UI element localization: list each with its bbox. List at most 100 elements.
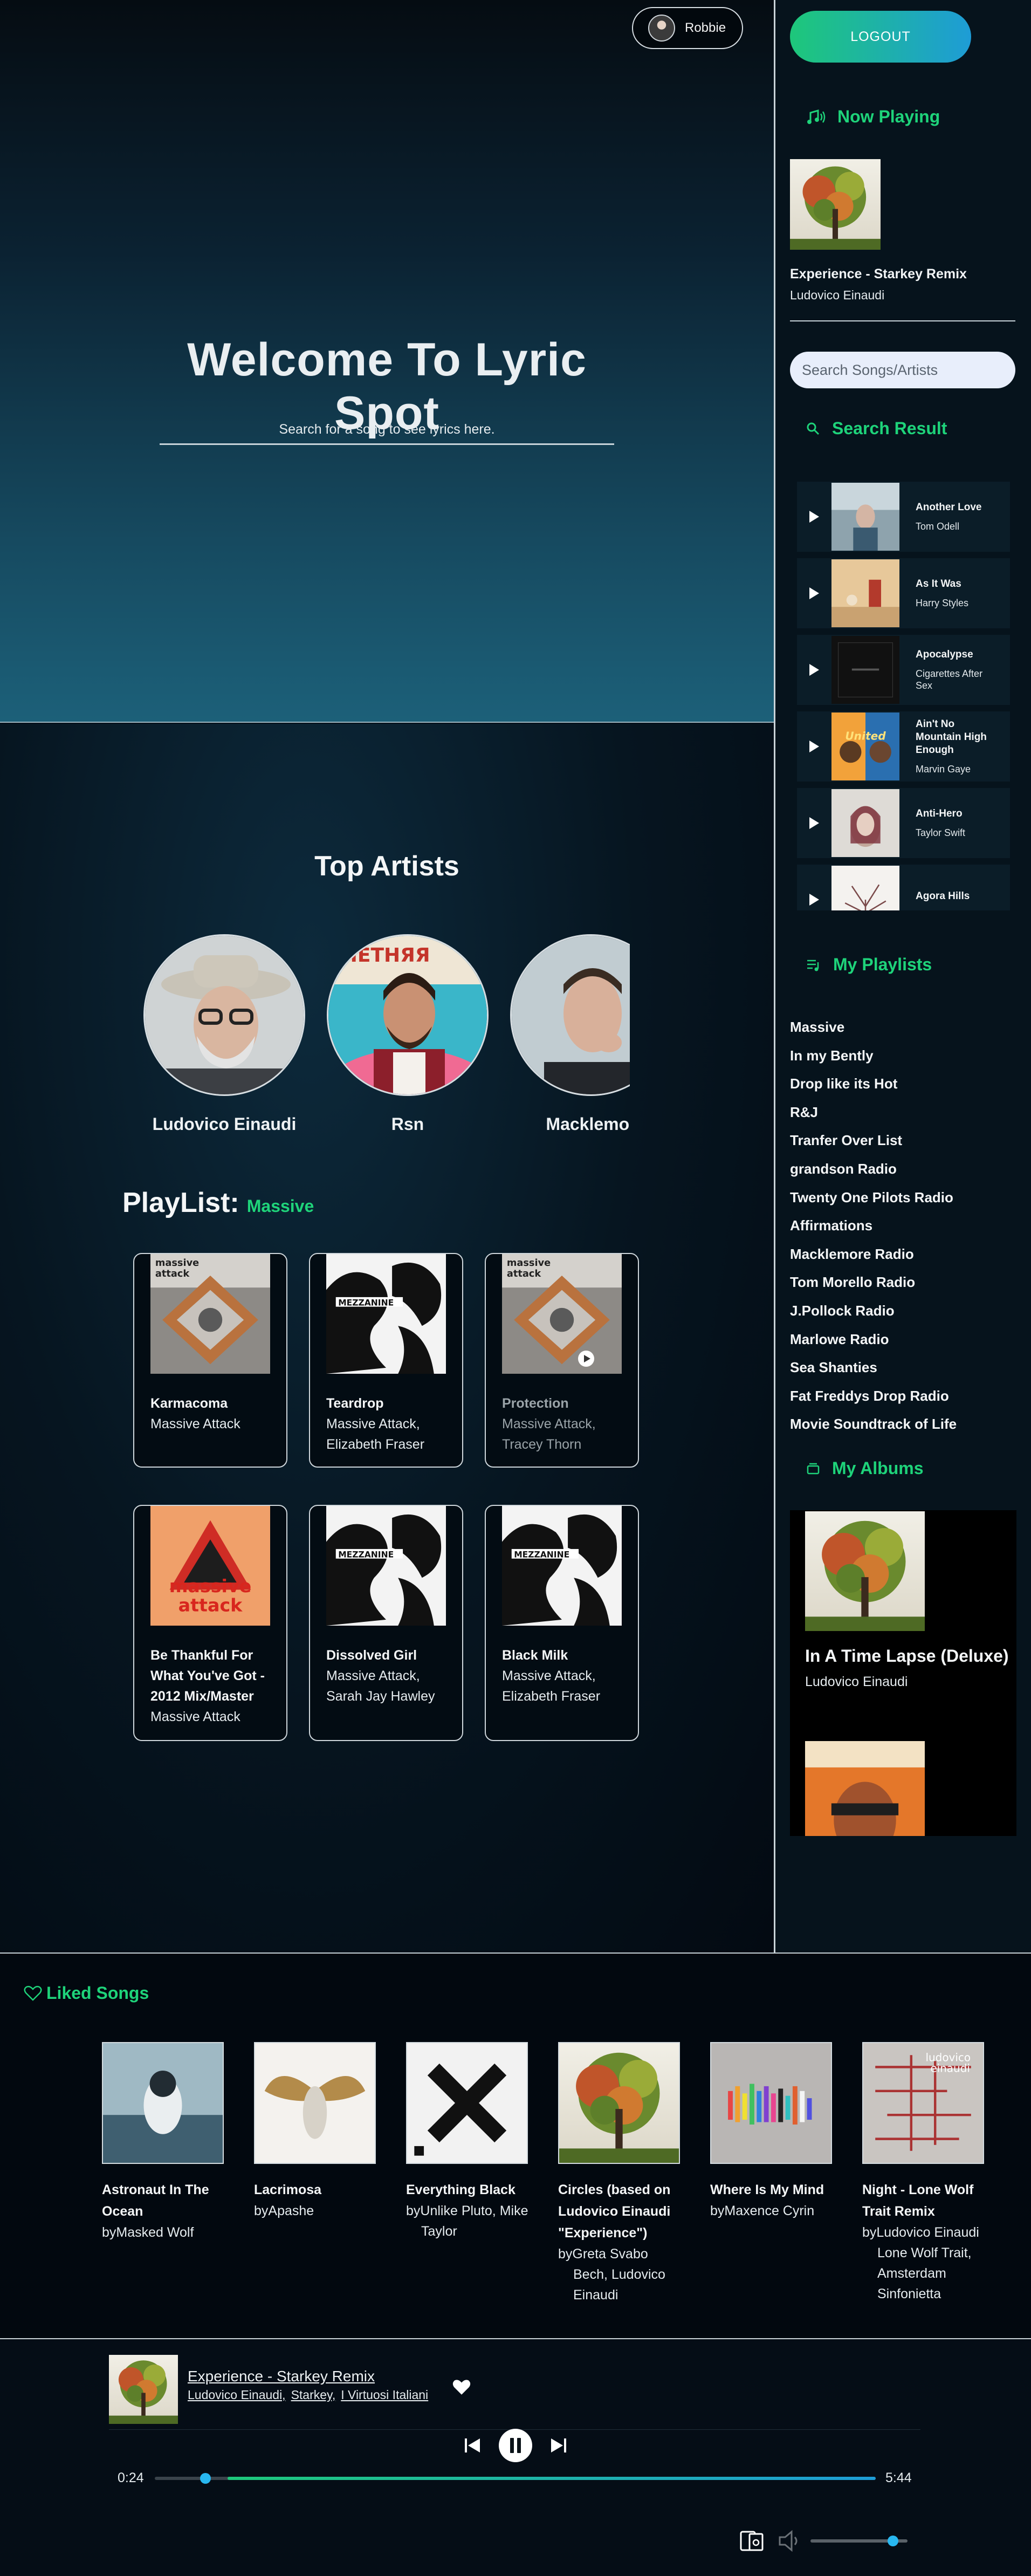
play-icon[interactable] <box>797 663 831 677</box>
next-track-icon[interactable] <box>549 2436 568 2455</box>
now-playing-title: Experience - Starkey Remix <box>790 266 967 282</box>
liked-song-card[interactable]: Everything Black byUnlike Pluto, Mike Ta… <box>406 2042 530 2242</box>
track-title: Be Thankful For What You've Got - 2012 M… <box>150 1648 265 1704</box>
search-result-label: Search Result <box>832 419 947 438</box>
top-artists-carousel[interactable]: Ludovico Einaudi ЛЕТНЯЯ Rsn Macklemor <box>141 934 630 1139</box>
volume-icon[interactable] <box>778 2530 802 2552</box>
album-art[interactable] <box>805 1511 925 1631</box>
result-title: Anti-Hero <box>916 808 963 819</box>
player-artist-link[interactable]: I Virtuosi Italiani <box>341 2388 428 2402</box>
album-icon <box>807 1463 820 1474</box>
pause-icon[interactable] <box>498 2428 533 2463</box>
playlist-item[interactable]: Marlowe Radio <box>790 1325 957 1354</box>
player-track-title[interactable]: Experience - Starkey Remix <box>188 2368 375 2385</box>
artist-card[interactable]: ЛЕТНЯЯ Rsn <box>327 934 489 1134</box>
playlist-item[interactable]: Twenty One Pilots Radio <box>790 1183 957 1212</box>
track-card[interactable]: Protection Massive Attack, Tracey Thorn <box>485 1253 639 1468</box>
playlist-item[interactable]: In my Bently <box>790 1042 957 1070</box>
playlist-item[interactable]: J.Pollock Radio <box>790 1297 957 1325</box>
search-result-item[interactable]: Agora Hills <box>797 865 1010 910</box>
play-icon[interactable] <box>797 739 831 753</box>
album-title: In A Time Lapse (Deluxe) <box>805 1646 1009 1666</box>
liked-artist: byUnlike Pluto, Mike Taylor <box>406 2203 528 2239</box>
playlist-item[interactable]: grandson Radio <box>790 1155 957 1183</box>
playlist-item[interactable]: Movie Soundtrack of Life <box>790 1410 957 1438</box>
artist-avatar: ЛЕТНЯЯ <box>327 934 489 1096</box>
play-icon[interactable] <box>797 816 831 830</box>
playlist-item[interactable]: Tranfer Over List <box>790 1126 957 1155</box>
artist-card[interactable]: Ludovico Einaudi <box>143 934 305 1134</box>
top-artists-title: Top Artists <box>314 851 459 882</box>
my-playlists-label: My Playlists <box>833 955 932 974</box>
track-card[interactable]: Dissolved Girl Massive Attack, Sarah Jay… <box>309 1505 463 1741</box>
play-icon[interactable] <box>578 1350 595 1367</box>
liked-song-card[interactable]: Circles (based on Ludovico Einaudi "Expe… <box>558 2042 682 2305</box>
result-artist: Tom Odell <box>916 521 960 532</box>
result-title: As It Was <box>916 578 961 590</box>
track-card[interactable]: Be Thankful For What You've Got - 2012 M… <box>133 1505 287 1741</box>
playlist-item[interactable]: Fat Freddys Drop Radio <box>790 1382 957 1410</box>
player-artist-link[interactable]: Ludovico Einaudi, <box>188 2388 286 2402</box>
play-icon[interactable] <box>797 510 831 524</box>
search-result-item[interactable]: Another Love Tom Odell <box>797 482 1010 552</box>
liked-song-card[interactable]: Where Is My Mind byMaxence Cyrin <box>710 2042 834 2221</box>
artist-card[interactable]: Macklemor <box>510 934 630 1134</box>
playlist-item[interactable]: Affirmations <box>790 1211 957 1240</box>
playlist-heading: PlayList: Massive <box>122 1187 314 1219</box>
track-artists: Massive Attack, Elizabeth Fraser <box>502 1668 601 1704</box>
avatar <box>648 15 675 42</box>
liked-artist: byMasked Wolf <box>102 2225 194 2240</box>
album-art[interactable] <box>805 1741 925 1836</box>
liked-songs-label: Liked Songs <box>46 1983 149 2003</box>
result-art <box>831 559 899 627</box>
devices-icon[interactable] <box>740 2529 765 2553</box>
playlist-item[interactable]: Drop like its Hot <box>790 1070 957 1098</box>
search-icon <box>807 422 820 435</box>
track-title: Protection <box>502 1396 569 1411</box>
playlist-item[interactable]: R&J <box>790 1098 957 1127</box>
liked-artist: byGreta Svabo Bech, Ludovico Einaudi <box>558 2246 665 2303</box>
artist-avatar <box>143 934 305 1096</box>
logout-button[interactable]: LOGOUT <box>790 11 971 63</box>
player-album-art[interactable] <box>109 2355 178 2424</box>
playlist-item[interactable]: Massive <box>790 1013 957 1042</box>
volume-knob[interactable] <box>888 2536 898 2546</box>
result-title: Ain't No Mountain High Enough <box>916 718 987 756</box>
progress-knob[interactable] <box>200 2473 211 2484</box>
liked-title: Lacrimosa <box>254 2182 322 2197</box>
music-notes-icon <box>807 109 826 124</box>
result-artist: Taylor Swift <box>916 827 966 838</box>
like-heart-icon[interactable] <box>452 2378 471 2397</box>
track-card[interactable]: Karmacoma Massive Attack <box>133 1253 287 1468</box>
heart-outline-icon <box>24 1985 42 2001</box>
search-result-item[interactable]: United Ain't No Mountain High Enough Mar… <box>797 711 1010 782</box>
now-playing-album-art[interactable] <box>790 159 881 250</box>
search-results-list[interactable]: Another Love Tom Odell As It Was Harry S… <box>797 482 1010 910</box>
track-artists: Massive Attack, Sarah Jay Hawley <box>326 1668 435 1704</box>
play-icon[interactable] <box>797 893 831 907</box>
playlist-item[interactable]: Sea Shanties <box>790 1353 957 1382</box>
search-input[interactable] <box>790 352 1015 388</box>
playlist-name[interactable]: Massive <box>247 1196 314 1216</box>
liked-title: Everything Black <box>406 2182 516 2197</box>
track-card[interactable]: Teardrop Massive Attack, Elizabeth Frase… <box>309 1253 463 1468</box>
liked-song-card[interactable]: Astronaut In The Ocean byMasked Wolf <box>102 2042 226 2243</box>
my-albums-list[interactable]: In A Time Lapse (Deluxe) Ludovico Einaud… <box>790 1510 1016 1836</box>
user-menu-button[interactable]: Robbie <box>632 7 743 49</box>
player-artist-link[interactable]: Starkey, <box>291 2388 336 2402</box>
previous-track-icon[interactable] <box>463 2436 482 2455</box>
liked-song-card[interactable]: Lacrimosa byApashe <box>254 2042 378 2221</box>
my-albums-label: My Albums <box>832 1458 924 1478</box>
liked-song-card[interactable]: ludovico einaudi Night - Lone Wolf Trait… <box>862 2042 986 2304</box>
artist-name: Macklemor <box>546 1114 630 1134</box>
playlist-item[interactable]: Tom Morello Radio <box>790 1268 957 1297</box>
play-icon[interactable] <box>797 586 831 600</box>
track-card[interactable]: Black Milk Massive Attack, Elizabeth Fra… <box>485 1505 639 1741</box>
album-art <box>502 1254 622 1374</box>
playlist-item[interactable]: Macklemore Radio <box>790 1240 957 1269</box>
my-playlists-heading: My Playlists <box>806 955 932 975</box>
search-result-item[interactable]: As It Was Harry Styles <box>797 558 1010 628</box>
result-title: Apocalypse <box>916 649 973 660</box>
search-result-item[interactable]: Apocalypse Cigarettes After Sex <box>797 635 1010 705</box>
search-result-item[interactable]: Anti-Hero Taylor Swift <box>797 788 1010 858</box>
